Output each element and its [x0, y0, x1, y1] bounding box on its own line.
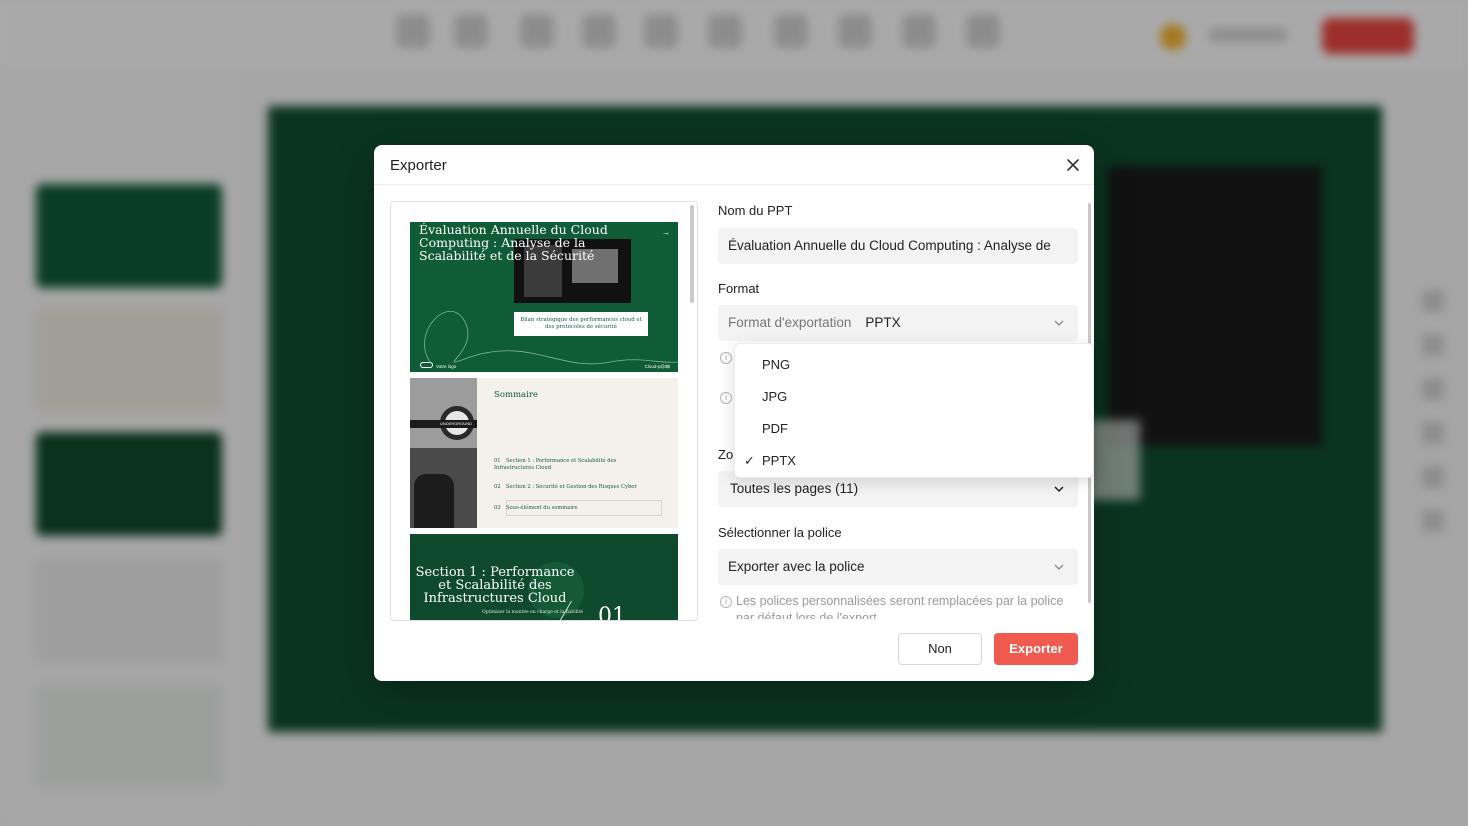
slide3-number: 01	[598, 604, 626, 621]
preview-slide-1: Évaluation Annuelle du Cloud Computing :…	[410, 222, 678, 372]
close-icon	[1067, 159, 1079, 171]
slide1-title: Évaluation Annuelle du Cloud Computing :…	[419, 222, 608, 263]
toc-item-1: 01 Section 1 : Performance et Scalabilité…	[494, 458, 617, 471]
dialog-title: Exporter	[390, 157, 447, 174]
export-button[interactable]: Exporter	[994, 633, 1078, 665]
format-option-pdf[interactable]: PDF	[735, 412, 1093, 444]
format-option-pptx[interactable]: ✓ PPTX	[735, 444, 1093, 476]
slide1-footer-left: Votre logo	[436, 364, 457, 369]
info-icon: i	[720, 392, 732, 404]
close-button[interactable]	[1062, 154, 1084, 176]
toc-item-3: 03 Sous-élément du sommaire	[494, 505, 578, 511]
chevron-down-icon	[1054, 320, 1064, 326]
preview-slide-2: UNDERGROUND Sommaire 01 Section 1 : Perfo…	[410, 378, 678, 528]
ppt-name-value: Évaluation Annuelle du Cloud Computing :…	[728, 238, 1051, 253]
arrow-icon: →	[662, 228, 670, 237]
preview-slide-3: Section 1 : Performance et Scalabilité d…	[410, 534, 678, 621]
format-select[interactable]: Format d'exportation PPTX	[718, 305, 1078, 341]
font-note: Les polices personnalisées seront rempla…	[736, 594, 1064, 619]
cancel-button[interactable]: Non	[898, 633, 982, 665]
pages-value: Toutes les pages (11)	[730, 481, 859, 496]
slide2-title: Sommaire	[494, 390, 538, 400]
slide3-title: Section 1 : Performance et Scalabilité d…	[415, 565, 575, 606]
ppt-name-input[interactable]: Évaluation Annuelle du Cloud Computing :…	[718, 228, 1078, 264]
zone-label: Zo	[718, 447, 734, 462]
photo-bar-text: UNDERGROUND	[440, 421, 472, 426]
check-icon: ✓	[744, 453, 755, 468]
format-dropdown: PNG JPG PDF ✓ PPTX	[734, 343, 1094, 478]
slides-preview[interactable]: Évaluation Annuelle du Cloud Computing :…	[390, 201, 698, 621]
format-prefix: Format d'exportation	[728, 315, 852, 330]
toc-item-2: 02 Section 2 : Sécurité et Gestion des Ri…	[494, 484, 637, 490]
dialog-header: Exporter	[374, 145, 1094, 185]
info-icon: i	[720, 596, 732, 608]
slide1-subtitle: Bilan stratégique des performances cloud…	[514, 312, 648, 336]
format-value: PPTX	[865, 315, 901, 330]
chevron-down-icon	[1054, 486, 1064, 493]
font-select[interactable]: Exporter avec la police	[718, 549, 1078, 585]
font-value: Exporter avec la police	[728, 559, 865, 574]
slide1-footer-right: Cloud-p@$$	[644, 364, 670, 369]
slide3-subtitle: Optimiser la montée en charge et la fiab…	[482, 610, 584, 615]
format-option-jpg[interactable]: JPG	[735, 380, 1093, 412]
font-label: Sélectionner la police	[718, 525, 842, 540]
logo-icon	[420, 362, 433, 368]
format-option-png[interactable]: PNG	[735, 348, 1093, 380]
format-label: Format	[718, 281, 760, 296]
preview-scrollbar[interactable]	[690, 205, 694, 303]
info-icon: i	[720, 352, 732, 364]
chevron-down-icon	[1054, 564, 1064, 570]
ppt-name-label: Nom du PPT	[718, 203, 793, 218]
slide2-photo: UNDERGROUND	[410, 378, 477, 528]
